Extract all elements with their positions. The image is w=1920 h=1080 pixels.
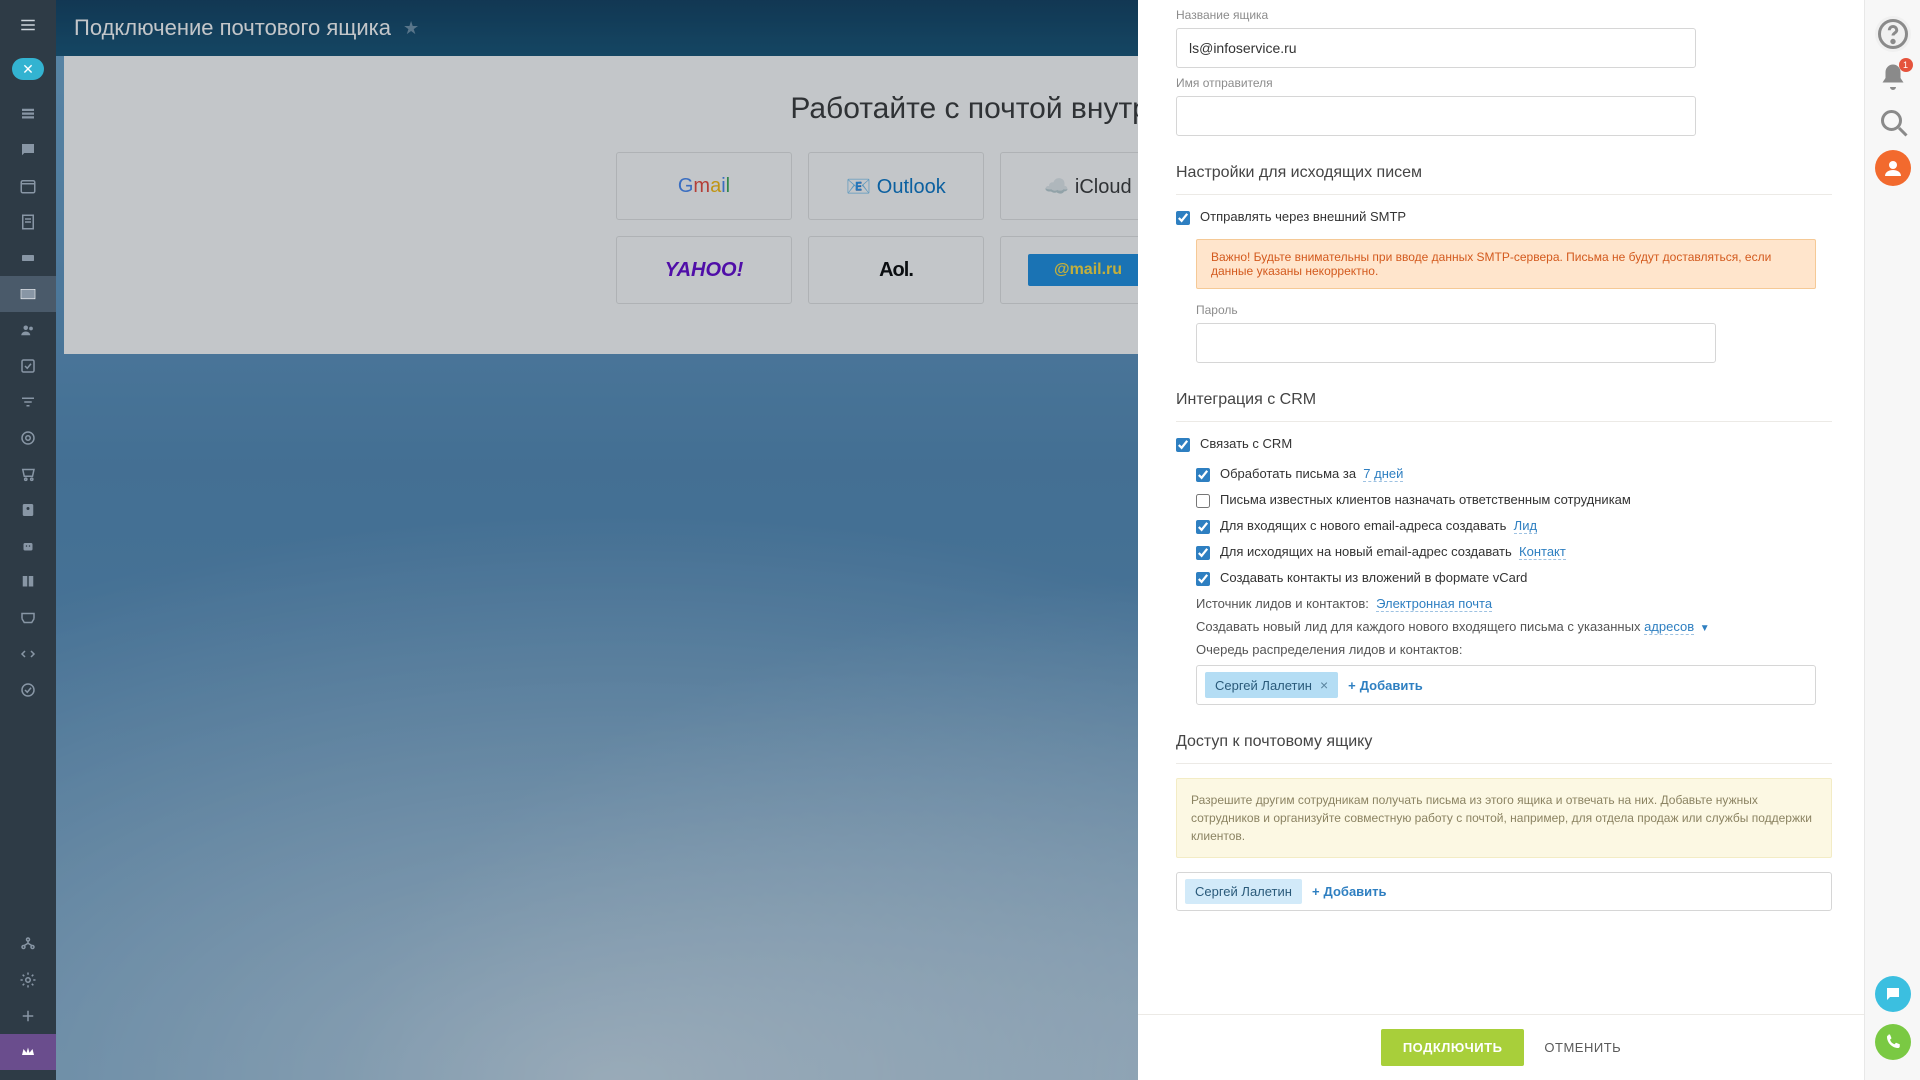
access-tag-label: Сергей Лалетин [1195, 884, 1292, 899]
sidebar-robot-icon[interactable] [0, 528, 56, 564]
password-label: Пароль [1196, 303, 1832, 317]
close-pill[interactable]: ✕ [12, 58, 44, 80]
sidebar-calendar-icon[interactable] [0, 168, 56, 204]
sidebar-cart-icon[interactable] [0, 456, 56, 492]
remove-tag-icon[interactable]: × [1320, 677, 1328, 693]
crm-source-label: Источник лидов и контактов: [1196, 596, 1369, 611]
crm-incoming-checkbox[interactable] [1196, 520, 1210, 534]
access-add-button[interactable]: + Добавить [1312, 884, 1387, 899]
sidebar-book-icon[interactable] [0, 564, 56, 600]
right-column: 1 [1864, 0, 1920, 1080]
cancel-button[interactable]: ОТМЕНИТЬ [1544, 1040, 1621, 1055]
help-icon[interactable] [1875, 16, 1911, 52]
crm-newlead-row: Создавать новый лид для каждого нового в… [1196, 619, 1832, 634]
mailbox-name-label: Название ящика [1176, 8, 1832, 22]
sidebar-crown-icon[interactable] [0, 1034, 56, 1070]
crm-source-row: Источник лидов и контактов: Электронная … [1196, 596, 1832, 611]
crm-known-checkbox[interactable] [1196, 494, 1210, 508]
crm-process-label: Обработать письма за [1220, 466, 1356, 481]
access-info: Разрешите другим сотрудникам получать пи… [1176, 778, 1832, 858]
crm-process-checkbox[interactable] [1196, 468, 1210, 482]
crm-link-label: Связать с CRM [1200, 436, 1292, 451]
outgoing-section-title: Настройки для исходящих писем [1176, 164, 1832, 195]
avatar[interactable] [1875, 150, 1911, 186]
sidebar-group-icon[interactable] [0, 312, 56, 348]
crm-outgoing-label: Для исходящих на новый email-адрес созда… [1220, 544, 1512, 559]
sidebar-mail-icon[interactable] [0, 276, 56, 312]
crm-section-title: Интеграция с CRM [1176, 391, 1832, 422]
sidebar-check-icon[interactable] [0, 348, 56, 384]
access-section-title: Доступ к почтовому ящику [1176, 733, 1832, 764]
crm-outgoing-checkbox[interactable] [1196, 546, 1210, 560]
crm-incoming-label: Для входящих с нового email-адреса созда… [1220, 518, 1506, 533]
crm-link-row[interactable]: Связать с CRM [1176, 436, 1832, 452]
crm-vcard-checkbox[interactable] [1196, 572, 1210, 586]
sidebar-stream-icon[interactable] [0, 96, 56, 132]
smtp-label: Отправлять через внешний SMTP [1200, 209, 1406, 224]
crm-queue-tag-label: Сергей Лалетин [1215, 678, 1312, 693]
access-tag: Сергей Лалетин [1185, 879, 1302, 904]
sidebar-drive-icon[interactable] [0, 240, 56, 276]
sidebar-gear-icon[interactable] [0, 962, 56, 998]
crm-incoming-row[interactable]: Для входящих с нового email-адреса созда… [1196, 518, 1832, 534]
crm-process-value[interactable]: 7 дней [1363, 466, 1403, 482]
fab-chat-icon[interactable] [1875, 976, 1911, 1012]
sidebar-tree-icon[interactable] [0, 926, 56, 962]
sidebar-plus-icon[interactable] [0, 998, 56, 1034]
sidebar-inbox-icon[interactable] [0, 600, 56, 636]
crm-queue-add-button[interactable]: + Добавить [1348, 678, 1423, 693]
sidebar-dots-icon[interactable] [0, 672, 56, 708]
notif-badge: 1 [1899, 58, 1913, 72]
sidebar-target-icon[interactable] [0, 420, 56, 456]
crm-newlead-label: Создавать новый лид для каждого нового в… [1196, 619, 1640, 634]
connect-button[interactable]: ПОДКЛЮЧИТЬ [1381, 1029, 1525, 1066]
sender-name-label: Имя отправителя [1176, 76, 1832, 90]
chevron-down-icon[interactable]: ▼ [1700, 623, 1710, 634]
search-icon[interactable] [1875, 104, 1911, 140]
crm-known-row[interactable]: Письма известных клиентов назначать отве… [1196, 492, 1832, 508]
password-input[interactable] [1196, 323, 1716, 363]
crm-newlead-link[interactable]: адресов [1644, 619, 1694, 635]
crm-process-row[interactable]: Обработать письма за 7 дней [1196, 466, 1832, 482]
sidebar-filter-icon[interactable] [0, 384, 56, 420]
crm-incoming-value[interactable]: Лид [1514, 518, 1537, 534]
crm-known-label: Письма известных клиентов назначать отве… [1220, 492, 1631, 507]
settings-panel: Название ящика Имя отправителя Настройки… [1138, 0, 1864, 1080]
crm-queue-label: Очередь распределения лидов и контактов: [1196, 642, 1832, 657]
crm-queue-box: Сергей Лалетин × + Добавить [1196, 665, 1816, 705]
crm-outgoing-row[interactable]: Для исходящих на новый email-адрес созда… [1196, 544, 1832, 560]
left-sidebar: ✕ [0, 0, 56, 1080]
crm-link-checkbox[interactable] [1176, 438, 1190, 452]
smtp-warning: Важно! Будьте внимательны при вводе данн… [1196, 239, 1816, 289]
smtp-checkbox-row[interactable]: Отправлять через внешний SMTP [1176, 209, 1832, 225]
sender-name-input[interactable] [1176, 96, 1696, 136]
crm-vcard-label: Создавать контакты из вложений в формате… [1220, 570, 1527, 585]
sidebar-contact-icon[interactable] [0, 492, 56, 528]
smtp-checkbox[interactable] [1176, 211, 1190, 225]
hamburger-icon[interactable] [19, 6, 37, 58]
fab-call-icon[interactable] [1875, 1024, 1911, 1060]
crm-queue-tag: Сергей Лалетин × [1205, 672, 1338, 698]
sidebar-code-icon[interactable] [0, 636, 56, 672]
sidebar-chat-icon[interactable] [0, 132, 56, 168]
panel-footer: ПОДКЛЮЧИТЬ ОТМЕНИТЬ [1138, 1014, 1864, 1080]
crm-vcard-row[interactable]: Создавать контакты из вложений в формате… [1196, 570, 1832, 586]
access-box: Сергей Лалетин + Добавить [1176, 872, 1832, 911]
crm-outgoing-value[interactable]: Контакт [1519, 544, 1566, 560]
mailbox-name-input[interactable] [1176, 28, 1696, 68]
bell-icon[interactable]: 1 [1875, 60, 1911, 96]
sidebar-doc-icon[interactable] [0, 204, 56, 240]
crm-source-value[interactable]: Электронная почта [1376, 596, 1492, 612]
